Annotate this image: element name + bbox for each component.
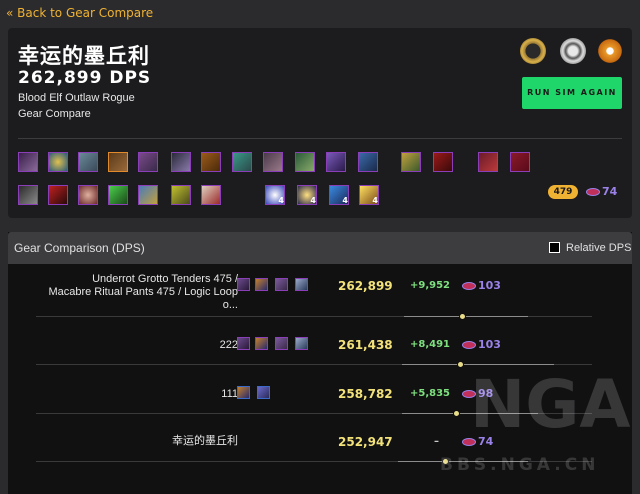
row-4-gem-count: 74 (478, 435, 494, 448)
gear-slot-legs-icon[interactable] (263, 152, 283, 172)
character-name: 幸运的墨丘利 (18, 44, 150, 68)
row-3-gems: 98 (462, 387, 493, 400)
gear-slot-feet-icon[interactable] (295, 152, 315, 172)
gem-eye-icon (462, 282, 476, 290)
gear-slot-trinket2-icon[interactable] (433, 152, 453, 172)
enchant-slot-6-icon[interactable] (171, 185, 191, 205)
row-3-item-icon-1[interactable] (237, 386, 250, 399)
gear-slot-wrist-icon[interactable] (171, 152, 191, 172)
gear-slot-shoulder-icon[interactable] (78, 152, 98, 172)
gear-slot-hands-icon[interactable] (201, 152, 221, 172)
relative-dps-checkbox[interactable] (549, 242, 560, 253)
sim-mode: Gear Compare (18, 108, 91, 120)
gem-eye-icon (586, 188, 600, 196)
row-3-bar-range (402, 413, 538, 414)
gem-eye-icon (462, 390, 476, 398)
row-2-item-icon-1[interactable] (237, 337, 250, 350)
row-1-name: Underrot Grotto Tenders 475 / Macabre Ri… (48, 273, 238, 312)
enchant-slot-7-icon[interactable] (201, 185, 221, 205)
gear-settings-icon[interactable] (597, 38, 623, 64)
row-1-name-line3: o... (222, 299, 238, 311)
row-3-dps: 258,782 (338, 387, 393, 401)
row-2-name: 222 (219, 339, 238, 351)
back-link[interactable]: « Back to Gear Compare (6, 6, 153, 20)
consumable-2-icon[interactable]: 4 (297, 185, 317, 205)
gear-slot-finger2-icon[interactable] (358, 152, 378, 172)
row-1-name-line1: Underrot Grotto Tenders 475 / (92, 273, 238, 285)
row-2-dps: 261,438 (338, 338, 393, 352)
slot-count: 4 (342, 196, 348, 205)
relative-dps-label: Relative DPS (566, 242, 632, 254)
gear-slot-weapon1-icon[interactable] (478, 152, 498, 172)
gear-slot-back-icon[interactable] (108, 152, 128, 172)
consumable-3-icon[interactable]: 4 (329, 185, 349, 205)
enchant-slot-1-icon[interactable] (18, 185, 38, 205)
row-2-item-icon-4[interactable] (295, 337, 308, 350)
gear-slot-waist-icon[interactable] (232, 152, 252, 172)
row-3-bar-marker (453, 410, 460, 417)
row-1-bar-range (404, 316, 528, 317)
panel-title: Gear Comparison (DPS) (14, 241, 145, 255)
consumable-4-icon[interactable]: 4 (359, 185, 379, 205)
wow-logo-icon[interactable] (520, 38, 546, 64)
row-4-gems: 74 (462, 435, 493, 448)
enchant-slot-4-icon[interactable] (108, 185, 128, 205)
slot-count: 4 (310, 196, 316, 205)
enchant-slot-2-icon[interactable] (48, 185, 68, 205)
gem-eye-icon (462, 438, 476, 446)
gem-eye-icon (462, 341, 476, 349)
row-1-gems: 103 (462, 279, 501, 292)
row-2-item-icon-2[interactable] (255, 337, 268, 350)
gear-slot-trinket1-icon[interactable] (401, 152, 421, 172)
row-4-name: 幸运的墨丘利 (172, 435, 238, 447)
row-1-item-icon-1[interactable] (237, 278, 250, 291)
alliance-crest-icon[interactable] (560, 38, 586, 64)
row-2-gem-count: 103 (478, 338, 501, 351)
item-level-badge: 479 (548, 185, 578, 199)
gem-count-value: 74 (602, 185, 618, 198)
gear-slot-finger1-icon[interactable] (326, 152, 346, 172)
row-1-item-icon-3[interactable] (275, 278, 288, 291)
row-1-name-line2: Macabre Ritual Pants 475 / Logic Loop (48, 286, 238, 298)
row-2-gems: 103 (462, 338, 501, 351)
gear-comparison-panel: Gear Comparison (DPS) Relative DPS Under… (8, 232, 632, 494)
enchant-slot-3-icon[interactable] (78, 185, 98, 205)
row-3-diff: +5,835 (410, 388, 451, 399)
enchant-slot-5-icon[interactable] (138, 185, 158, 205)
divider (18, 138, 622, 139)
gear-slot-weapon2-icon[interactable] (510, 152, 530, 172)
row-3-gem-count: 98 (478, 387, 494, 400)
gem-count: 74 (586, 185, 617, 198)
character-spec: Blood Elf Outlaw Rogue (18, 92, 135, 104)
slot-count: 4 (372, 196, 378, 205)
run-sim-again-button[interactable]: RUN SIM AGAIN (522, 77, 622, 109)
panel-header: Gear Comparison (DPS) Relative DPS (8, 232, 632, 264)
row-2-diff: +8,491 (410, 339, 451, 350)
row-3-item-icon-2[interactable] (257, 386, 270, 399)
row-2-item-icon-3[interactable] (275, 337, 288, 350)
character-summary: 幸运的墨丘利 262,899 DPS Blood Elf Outlaw Rogu… (8, 28, 632, 218)
row-4-bar-marker (442, 458, 449, 465)
row-3-name: 111 (221, 388, 238, 400)
dps-value: 262,899 DPS (18, 68, 152, 88)
row-1-gem-count: 103 (478, 279, 501, 292)
row-4-diff: – (434, 436, 439, 447)
gear-slot-chest-icon[interactable] (138, 152, 158, 172)
consumable-1-icon[interactable]: 4 (265, 185, 285, 205)
row-4-bar-range (398, 461, 528, 462)
gear-slot-neck-icon[interactable] (48, 152, 68, 172)
row-1-diff: +9,952 (410, 280, 451, 291)
gear-slot-head-icon[interactable] (18, 152, 38, 172)
row-1-item-icon-2[interactable] (255, 278, 268, 291)
row-1-dps: 262,899 (338, 279, 393, 293)
row-1-bar-marker (459, 313, 466, 320)
row-2-bar-marker (457, 361, 464, 368)
row-2-bar-range (402, 364, 554, 365)
slot-count: 4 (278, 196, 284, 205)
row-4-dps: 252,947 (338, 435, 393, 449)
row-1-item-icon-4[interactable] (295, 278, 308, 291)
